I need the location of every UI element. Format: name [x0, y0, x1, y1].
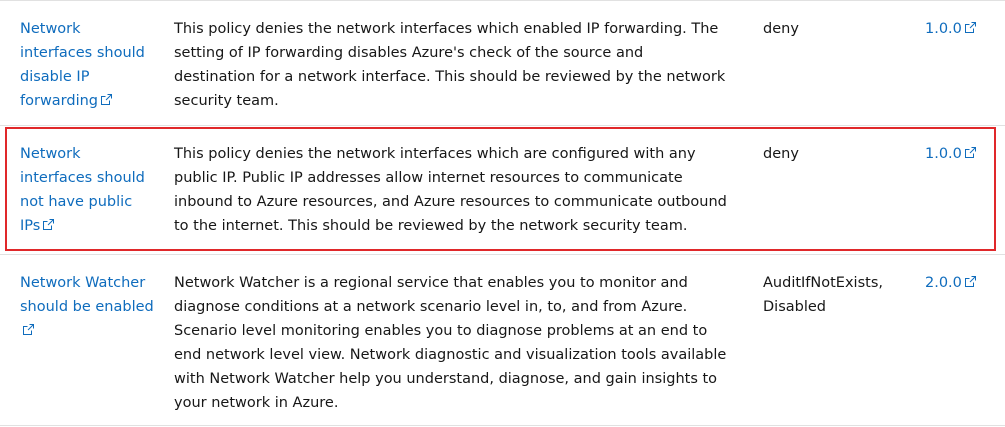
- policy-description: This policy denies the network interface…: [174, 146, 727, 234]
- policy-version-cell: 1.0.0: [905, 126, 1005, 254]
- table-row: Network interfaces should disable IP for…: [0, 0, 1005, 125]
- policy-description: This policy denies the network interface…: [174, 21, 726, 109]
- policy-name-cell: Network Watcher should be enabled: [0, 255, 154, 425]
- external-link-icon: [23, 324, 34, 335]
- policy-name-link[interactable]: Network Watcher should be enabled: [20, 275, 154, 339]
- policy-description: Network Watcher is a regional service th…: [174, 275, 727, 411]
- table-row: Network Watcher should be enabled Networ…: [0, 254, 1005, 426]
- policy-version-text: 1.0.0: [925, 146, 962, 162]
- policy-name-text: Network interfaces should not have publi…: [20, 146, 145, 234]
- policy-name-cell: Network interfaces should not have publi…: [0, 126, 154, 254]
- policy-version-link[interactable]: 2.0.0: [925, 275, 976, 291]
- policy-name-text: Network interfaces should disable IP for…: [20, 21, 145, 109]
- external-link-icon: [101, 94, 113, 105]
- external-link-icon: [964, 147, 976, 158]
- policy-name-link[interactable]: Network interfaces should not have publi…: [20, 146, 145, 234]
- external-link-icon: [43, 219, 55, 230]
- policy-version-cell: 1.0.0: [905, 1, 1005, 125]
- policy-version-cell: 2.0.0: [905, 255, 1005, 425]
- policy-version-text: 1.0.0: [925, 21, 962, 37]
- policy-effect: AuditIfNotExists, Disabled: [763, 275, 883, 315]
- external-link-icon: [964, 22, 976, 33]
- policy-effect: deny: [763, 146, 799, 162]
- policy-version-text: 2.0.0: [925, 275, 962, 291]
- external-link-icon: [964, 276, 976, 287]
- policy-table: Network interfaces should disable IP for…: [0, 0, 1005, 426]
- policy-version-link[interactable]: 1.0.0: [925, 21, 976, 37]
- table-row: Network interfaces should not have publi…: [0, 125, 1005, 254]
- policy-version-link[interactable]: 1.0.0: [925, 146, 976, 162]
- policy-name-link[interactable]: Network interfaces should disable IP for…: [20, 21, 145, 109]
- policy-name-cell: Network interfaces should disable IP for…: [0, 1, 154, 125]
- policy-effect: deny: [763, 21, 799, 37]
- policy-name-text: Network Watcher should be enabled: [20, 275, 154, 315]
